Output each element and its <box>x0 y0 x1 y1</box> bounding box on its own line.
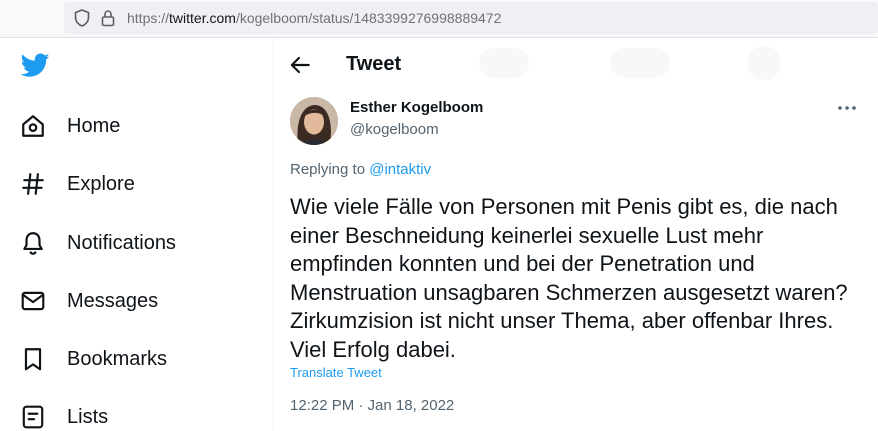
translate-tweet-link[interactable]: Translate Tweet <box>290 365 382 380</box>
tweet-header: Tweet <box>274 38 878 92</box>
nav-label-bookmarks: Bookmarks <box>67 347 168 370</box>
page-title: Tweet <box>346 53 402 75</box>
nav-item-bookmarks[interactable]: Bookmarks <box>10 334 250 384</box>
author-handle[interactable]: @kogelboom <box>350 121 439 138</box>
tweet-text: Wie viele Fälle von Personen mit Penis g… <box>290 194 848 362</box>
faded-placeholder <box>479 48 529 78</box>
nav-item-messages[interactable]: Messages <box>10 276 250 326</box>
replying-prefix: Replying to <box>290 161 370 178</box>
nav-item-home[interactable]: Home <box>10 101 250 151</box>
twitter-bird-icon[interactable] <box>21 53 50 78</box>
author-name[interactable]: Esther Kogelboom <box>350 99 483 116</box>
avatar-photo <box>290 97 338 145</box>
tweet-timestamp[interactable]: 12:22 PM · Jan 18, 2022 <box>290 397 454 414</box>
faded-placeholder <box>747 46 781 80</box>
shield-icon[interactable] <box>74 9 90 27</box>
nav-label-lists: Lists <box>67 405 109 428</box>
nav-label-explore: Explore <box>67 172 135 195</box>
bookmark-icon <box>24 348 42 371</box>
main-column: Tweet Esther Kogelboom @kogelboom Replyi… <box>273 38 878 431</box>
replying-to-link[interactable]: @intaktiv <box>369 161 431 178</box>
hashtag-icon <box>22 173 44 195</box>
url-domain: twitter.com <box>169 10 236 26</box>
more-options-icon[interactable] <box>836 100 858 116</box>
nav-label-home: Home <box>67 114 121 137</box>
nav-item-explore[interactable]: Explore <box>10 159 250 209</box>
nav-label-messages: Messages <box>67 289 159 312</box>
nav-label-notifications: Notifications <box>67 231 176 254</box>
home-icon <box>22 115 44 137</box>
sidebar: Home Explore Notifications Messages Book… <box>0 38 273 431</box>
url-text[interactable]: https://twitter.com/kogelboom/status/148… <box>127 10 501 26</box>
url-path: /kogelboom/status/1483399276998889472 <box>235 10 502 26</box>
browser-toolbar: https://twitter.com/kogelboom/status/148… <box>0 0 878 38</box>
replying-to-line: Replying to @intaktiv <box>290 161 431 178</box>
list-icon <box>22 405 44 429</box>
avatar[interactable] <box>290 97 338 145</box>
lock-icon[interactable] <box>101 9 115 27</box>
faded-placeholder <box>610 48 670 78</box>
bell-icon <box>23 232 43 255</box>
nav-item-notifications[interactable]: Notifications <box>10 218 250 268</box>
back-arrow-icon[interactable] <box>287 52 313 78</box>
envelope-icon <box>21 291 45 311</box>
url-prefix: https:// <box>127 10 170 26</box>
nav-item-lists[interactable]: Lists <box>10 392 250 431</box>
